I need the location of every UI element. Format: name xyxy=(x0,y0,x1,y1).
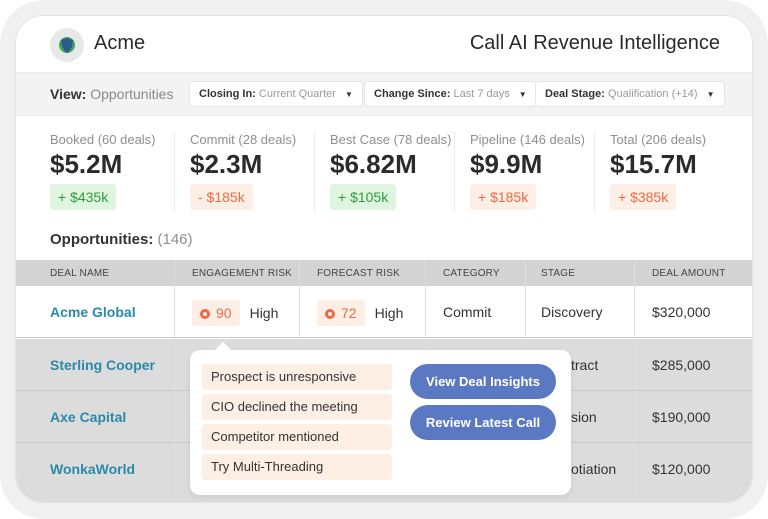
stage-cell: sion xyxy=(571,409,597,425)
risk-level: High xyxy=(374,305,404,322)
filter-bar: View: Opportunities Closing In: Current … xyxy=(16,72,752,116)
metric-value: $5.2M xyxy=(50,149,123,179)
metric-delta: + $105k xyxy=(330,184,397,210)
recommendation-tag: Try Multi-Threading xyxy=(202,454,392,480)
divider xyxy=(454,132,455,212)
filter-label: Change Since: xyxy=(374,88,451,100)
device-frame: Acme Call AI Revenue Intelligence View: … xyxy=(0,0,768,519)
view-label: View: xyxy=(50,86,87,102)
change-since-dropdown[interactable]: Change Since: Last 7 days ▼ xyxy=(364,81,537,107)
view-value: Opportunities xyxy=(90,86,174,102)
metric-value: $2.3M xyxy=(190,149,263,179)
caret-down-icon: ▼ xyxy=(344,90,353,99)
metric-label: Pipeline (146 deals) xyxy=(470,132,585,147)
metric-booked: Booked (60 deals) $5.2M + $435k xyxy=(50,132,156,218)
column-header-engagement-risk[interactable]: ENGAGEMENT RISK xyxy=(192,268,292,279)
opportunities-count: (146) xyxy=(157,231,193,248)
stage-cell: Discovery xyxy=(541,304,603,320)
metric-delta: + $435k xyxy=(50,184,117,210)
metric-pipeline: Pipeline (146 deals) $9.9M + $185k xyxy=(470,132,585,218)
view-selector[interactable]: View: Opportunities xyxy=(50,86,173,102)
brand-name: Acme xyxy=(94,32,146,54)
forecast-risk-badge[interactable]: 72 xyxy=(317,300,365,327)
column-header-category[interactable]: CATEGORY xyxy=(443,268,500,279)
amount-cell: $120,000 xyxy=(652,461,711,477)
amount-cell: $190,000 xyxy=(652,409,711,425)
risk-score: 90 xyxy=(216,305,232,322)
risk-score: 72 xyxy=(341,305,357,322)
category-cell: Commit xyxy=(443,304,492,320)
column-header-stage[interactable]: STAGE xyxy=(541,268,575,279)
deal-name-link[interactable]: Acme Global xyxy=(50,286,136,338)
risk-circle-icon xyxy=(200,309,210,320)
risk-level: High xyxy=(249,305,279,322)
column-header-deal-amount[interactable]: DEAL AMOUNT xyxy=(652,268,726,279)
shield-logo-icon xyxy=(59,37,75,53)
risk-reason-tag: Prospect is unresponsive xyxy=(202,364,392,390)
forecast-risk-cell[interactable]: 72 High xyxy=(317,286,403,338)
risk-reason-tag: Competitor mentioned xyxy=(202,424,392,450)
metric-label: Total (206 deals) xyxy=(610,132,707,147)
filter-value: Current Quarter xyxy=(258,88,336,100)
divider xyxy=(314,132,315,212)
table-header: DEAL NAME ENGAGEMENT RISK FORECAST RISK … xyxy=(16,260,752,286)
divider xyxy=(174,132,175,212)
column-divider xyxy=(525,260,526,338)
metric-label: Best Case (78 deals) xyxy=(330,132,452,147)
table-row[interactable]: Acme Global 90 High 72 High Commit Discove… xyxy=(16,286,752,338)
deal-name-link[interactable]: Sterling Cooper xyxy=(50,339,155,391)
column-header-deal-name[interactable]: DEAL NAME xyxy=(50,268,109,279)
column-divider xyxy=(174,260,175,495)
opportunities-title: Opportunities: xyxy=(50,231,154,248)
column-header-forecast-risk[interactable]: FORECAST RISK xyxy=(317,268,400,279)
review-latest-call-button[interactable]: Review Latest Call xyxy=(410,405,556,440)
filter-label: Closing In: xyxy=(199,88,256,100)
stage-cell: otiation xyxy=(571,461,617,477)
column-divider xyxy=(634,260,635,495)
deal-name-link[interactable]: WonkaWorld xyxy=(50,443,135,495)
risk-popover: Prospect is unresponsive CIO declined th… xyxy=(190,350,571,495)
column-divider xyxy=(299,260,300,338)
logo xyxy=(50,28,84,62)
caret-down-icon: ▼ xyxy=(518,90,527,99)
metric-value: $15.7M xyxy=(610,149,697,179)
metric-label: Commit (28 deals) xyxy=(190,132,297,147)
metric-delta: + $185k xyxy=(470,184,537,210)
deal-stage-dropdown[interactable]: Deal Stage: Qualification (+14) ▼ xyxy=(535,81,725,107)
divider xyxy=(594,132,595,212)
metric-commit: Commit (28 deals) $2.3M - $185k xyxy=(190,132,296,218)
filter-label: Deal Stage: xyxy=(545,88,605,100)
amount-cell: $320,000 xyxy=(652,304,711,320)
stage-cell: tract xyxy=(571,357,599,373)
metric-best-case: Best Case (78 deals) $6.82M + $105k xyxy=(330,132,451,218)
column-divider xyxy=(425,260,426,338)
app-title: Call AI Revenue Intelligence xyxy=(469,32,720,54)
risk-circle-icon xyxy=(325,309,335,320)
filter-value: Last 7 days xyxy=(453,88,510,100)
view-deal-insights-button[interactable]: View Deal Insights xyxy=(410,364,556,399)
deal-name-link[interactable]: Axe Capital xyxy=(50,391,126,443)
metric-value: $6.82M xyxy=(330,149,417,179)
engagement-risk-cell[interactable]: 90 High xyxy=(192,286,278,338)
risk-reason-tag: CIO declined the meeting xyxy=(202,394,392,420)
opportunities-heading: Opportunities: (146) xyxy=(50,231,193,248)
metric-label: Booked (60 deals) xyxy=(50,132,156,147)
filter-value: Qualification (+14) xyxy=(607,88,698,100)
metric-delta: + $385k xyxy=(610,184,677,210)
app-header: Acme Call AI Revenue Intelligence xyxy=(16,16,752,72)
amount-cell: $285,000 xyxy=(652,357,711,373)
metric-total: Total (206 deals) $15.7M + $385k xyxy=(610,132,706,218)
metric-delta: - $185k xyxy=(190,184,253,210)
engagement-risk-badge[interactable]: 90 xyxy=(192,300,240,327)
closing-in-dropdown[interactable]: Closing In: Current Quarter ▼ xyxy=(189,81,363,107)
metric-value: $9.9M xyxy=(470,149,543,179)
caret-down-icon: ▼ xyxy=(706,90,715,99)
app-panel: Acme Call AI Revenue Intelligence View: … xyxy=(15,15,753,503)
